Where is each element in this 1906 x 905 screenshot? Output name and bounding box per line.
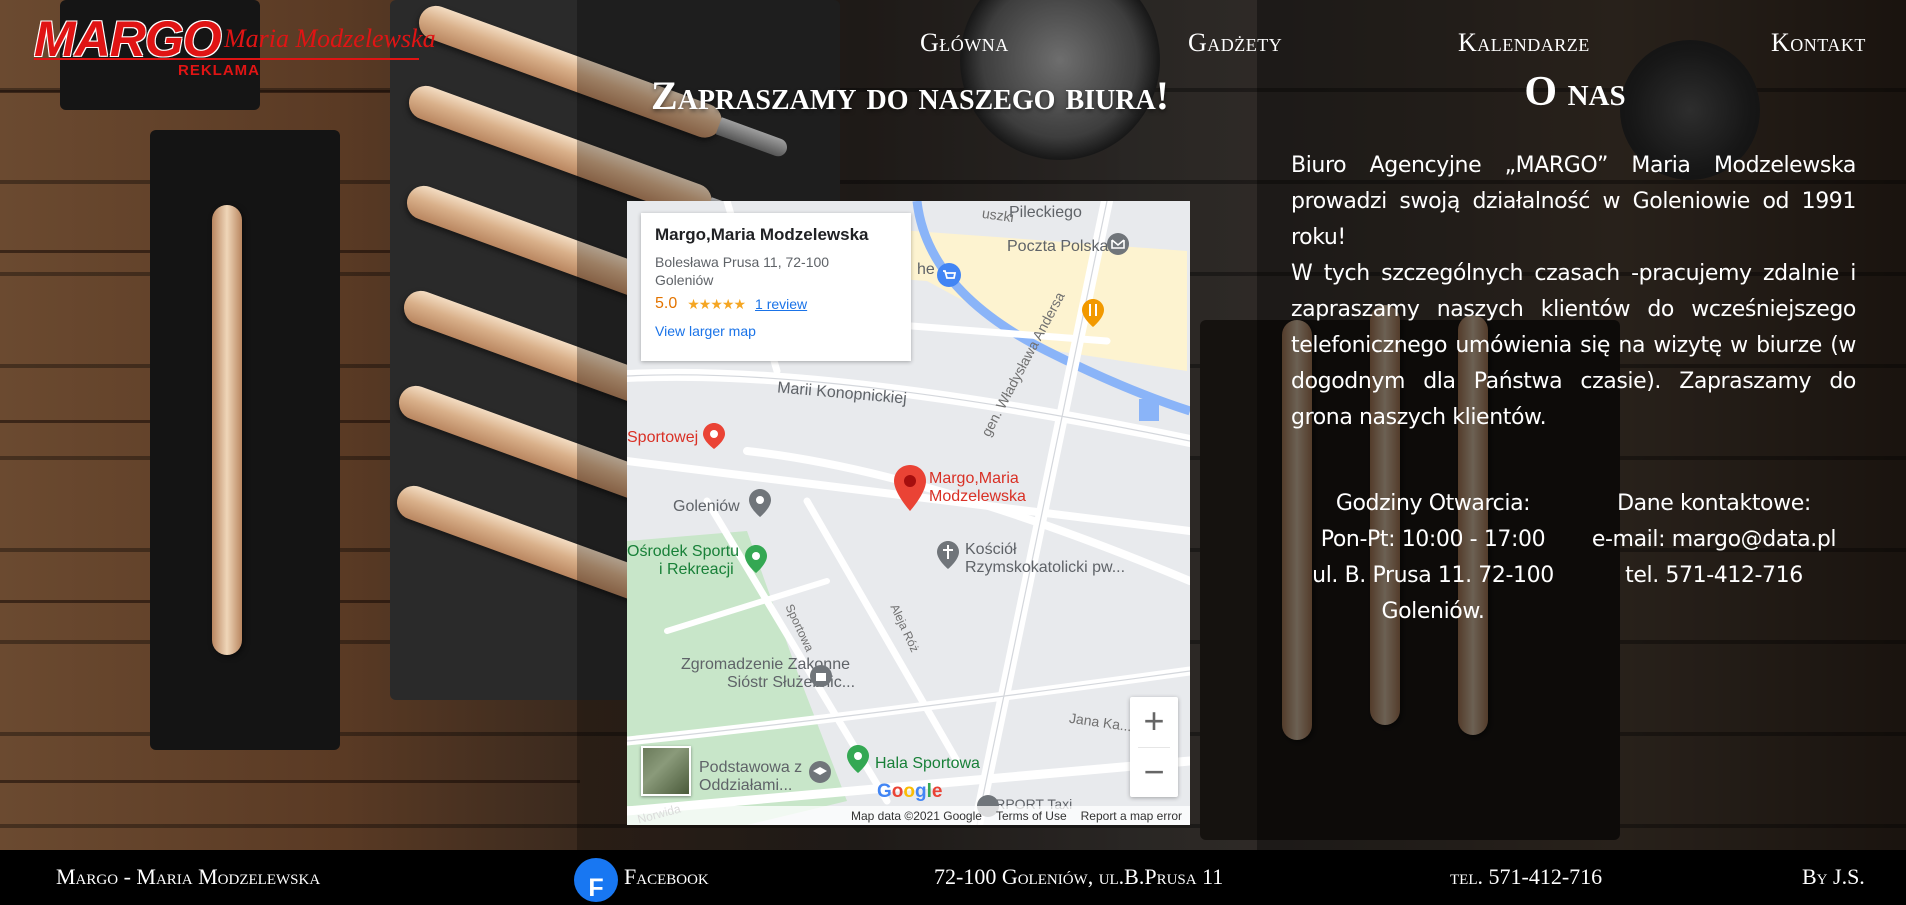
about-paragraph: Biuro Agencyjne „MARGO” Maria Modzelewsk…: [1291, 153, 1856, 250]
city-marker-icon[interactable]: [749, 489, 771, 517]
pen: [212, 205, 242, 655]
about-paragraph: W tych szczególnych czasach -pracujemy z…: [1291, 261, 1856, 430]
map-label-sport-hall: Hala Sportowa: [875, 755, 980, 772]
reviews-link[interactable]: 1 review: [755, 296, 807, 312]
nav-item-glowna[interactable]: Główna: [920, 28, 1009, 58]
footer-company: Margo - Maria Modzelewska: [56, 864, 321, 889]
satellite-view-toggle[interactable]: [641, 746, 691, 796]
map-label-poi: Sportowej: [627, 429, 699, 446]
sport-hall-marker-icon[interactable]: [847, 745, 869, 773]
map-label-school: Oddziałami...: [699, 777, 793, 794]
wood-plank-line: [0, 780, 580, 783]
map-label-poi: Sióstr Służebnic...: [727, 674, 856, 691]
report-map-error-link[interactable]: Report a map error: [1081, 809, 1182, 823]
contact-details: Dane kontaktowe: e-mail: margo@data.pl t…: [1574, 486, 1854, 594]
zoom-in-button[interactable]: +: [1130, 697, 1178, 747]
food-marker-icon[interactable]: [703, 423, 725, 449]
zoom-control: + −: [1130, 697, 1178, 797]
footer-phone: tel. 571-412-716: [1450, 864, 1603, 889]
hours-title: Godziny Otwarcia:: [1335, 491, 1531, 516]
google-logo-letter: G: [877, 781, 892, 802]
place-info-card: Margo,Maria Modzelewska Bolesława Prusa …: [641, 213, 911, 361]
view-larger-map-link[interactable]: View larger map: [655, 323, 897, 339]
google-logo-letter: g: [915, 781, 927, 802]
hours-address: ul. B. Prusa 11. 72-100: [1312, 563, 1554, 588]
map-label-post-office: Poczta Polska: [1007, 238, 1109, 255]
building-icon[interactable]: [810, 665, 832, 687]
about-text: Biuro Agencyjne „MARGO” Maria Modzelewsk…: [1291, 148, 1856, 436]
map-label-church: Rzymskokatolicki pw...: [965, 559, 1126, 576]
map-data-attribution: Map data ©2021 Google: [851, 808, 982, 823]
facebook-link[interactable]: Facebook: [624, 864, 709, 890]
contact-email[interactable]: e-mail: margo@data.pl: [1574, 522, 1854, 558]
google-logo-letter: o: [891, 781, 904, 802]
google-logo: Google: [877, 781, 942, 803]
map-label-street: Pileckiego: [1009, 204, 1082, 221]
mail-icon[interactable]: [1107, 233, 1129, 255]
google-logo-letter: e: [931, 781, 943, 802]
zoom-out-button[interactable]: −: [1130, 748, 1178, 798]
terms-of-use-link[interactable]: Terms of Use: [996, 809, 1067, 823]
facebook-icon[interactable]: f: [574, 858, 618, 902]
site-footer: Margo - Maria Modzelewska f Facebook 72-…: [0, 850, 1906, 905]
restaurant-icon[interactable]: [1082, 299, 1104, 327]
map-label-church: Kościół: [965, 541, 1017, 558]
nav-item-kalendarze[interactable]: Kalendarze: [1458, 28, 1590, 58]
map-label-sport-center: Ośrodek Sportu: [627, 543, 740, 560]
map-label-school: Podstawowa z: [699, 759, 803, 776]
map-label-poi: he: [917, 261, 935, 278]
place-rating-row: 5.0 ★★★★★ 1 review: [655, 295, 897, 313]
church-icon[interactable]: [937, 541, 959, 569]
about-title: O nas: [1524, 69, 1626, 115]
place-address: Bolesława Prusa 11, 72-100 Goleniów: [655, 254, 830, 288]
hours-days: Pon-Pt: 10:00 - 17:00: [1320, 527, 1546, 552]
school-icon[interactable]: [809, 761, 831, 783]
map-pin-label: Modzelewska: [929, 488, 1026, 505]
shopping-cart-icon[interactable]: [937, 263, 961, 287]
place-name: Margo,Maria Modzelewska: [655, 225, 869, 244]
pen-case: [150, 130, 340, 750]
map-label-sport-center: i Rekreacji: [659, 561, 734, 578]
nav-item-gadzety[interactable]: Gadżety: [1188, 28, 1282, 58]
opening-hours: Godziny Otwarcia: Pon-Pt: 10:00 - 17:00 …: [1293, 486, 1573, 630]
footer-address: 72-100 Goleniów, ul.B.Prusa 11: [934, 864, 1224, 889]
google-map[interactable]: uszki Pileckiego Poczta Polska he Marii …: [627, 201, 1190, 825]
star-rating-icon: ★★★★★: [687, 295, 746, 312]
nav-item-kontakt[interactable]: Kontakt: [1771, 28, 1866, 58]
rating-value: 5.0: [655, 295, 678, 312]
footer-author: By J.S.: [1802, 864, 1865, 889]
hours-address: Goleniów.: [1381, 599, 1485, 624]
map-pin-label: Margo,Maria: [929, 470, 1019, 487]
google-logo-letter: o: [903, 781, 915, 802]
park-marker-icon[interactable]: [745, 545, 767, 573]
location-pin-icon[interactable]: [894, 465, 926, 511]
contact-title: Dane kontaktowe:: [1617, 491, 1811, 516]
map-footer: Map data ©2021 Google Terms of Use Repor…: [627, 806, 1190, 825]
logo-tagline: REKLAMA: [178, 62, 260, 79]
map-label-city: Goleniów: [673, 498, 740, 515]
office-invite-title: Zapraszamy do naszego biura!: [650, 73, 1170, 118]
contact-phone[interactable]: tel. 571-412-716: [1574, 558, 1854, 594]
main-nav: Główna Gadżety Kalendarze Kontakt: [0, 28, 1906, 60]
